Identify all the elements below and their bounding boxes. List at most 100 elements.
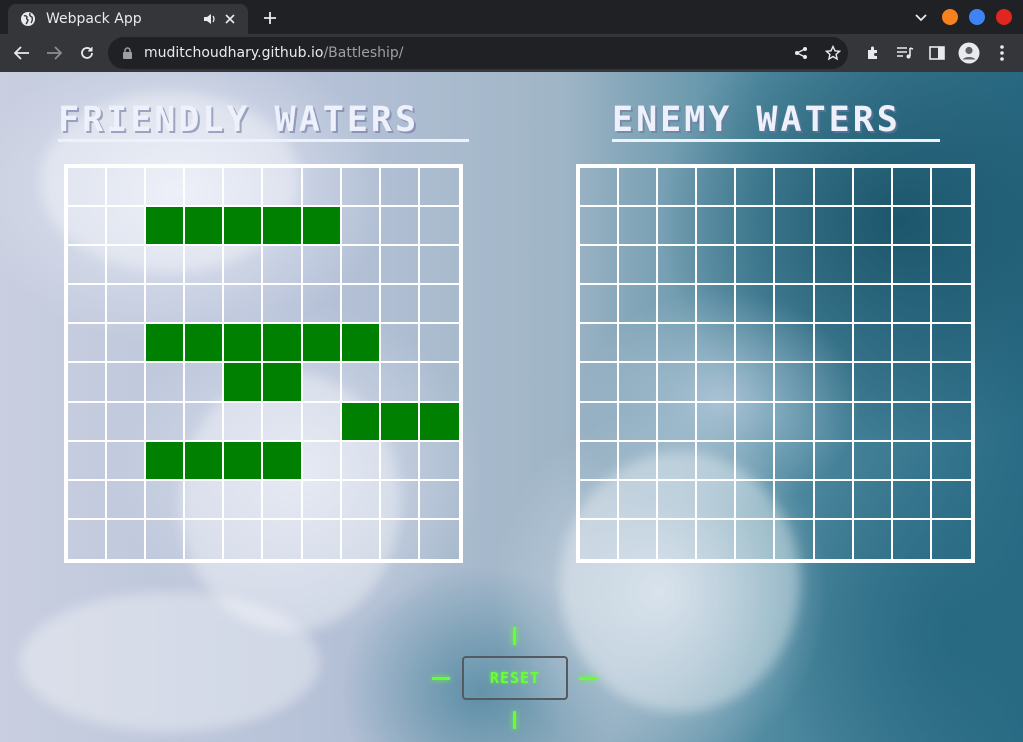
friendly-cell[interactable]	[68, 402, 108, 442]
enemy-cell[interactable]	[853, 285, 893, 325]
friendly-cell[interactable]	[342, 519, 381, 559]
enemy-cell[interactable]	[931, 168, 971, 208]
enemy-cell[interactable]	[892, 480, 932, 520]
profile-icon[interactable]	[958, 42, 980, 64]
enemy-cell[interactable]	[775, 168, 815, 208]
share-icon[interactable]	[792, 44, 810, 62]
speaker-icon[interactable]	[200, 9, 220, 29]
enemy-cell[interactable]	[814, 402, 854, 442]
friendly-cell[interactable]	[185, 480, 225, 520]
friendly-cell[interactable]	[419, 246, 459, 286]
friendly-ship-cell[interactable]	[146, 441, 186, 481]
friendly-ship-cell[interactable]	[341, 402, 381, 442]
maximize-button[interactable]	[969, 9, 985, 25]
enemy-cell[interactable]	[658, 207, 698, 247]
enemy-cell[interactable]	[853, 246, 893, 286]
enemy-cell[interactable]	[853, 441, 893, 481]
enemy-cell[interactable]	[892, 441, 932, 481]
friendly-ship-cell[interactable]	[263, 324, 303, 364]
enemy-cell[interactable]	[931, 324, 971, 364]
enemy-cell[interactable]	[892, 207, 932, 247]
friendly-cell[interactable]	[146, 168, 186, 208]
friendly-cell[interactable]	[341, 285, 381, 325]
menu-icon[interactable]	[991, 42, 1013, 64]
friendly-cell[interactable]	[185, 519, 225, 559]
friendly-ship-cell[interactable]	[224, 324, 264, 364]
enemy-cell[interactable]	[619, 324, 659, 364]
enemy-cell[interactable]	[580, 168, 620, 208]
friendly-cell[interactable]	[380, 441, 420, 481]
friendly-cell[interactable]	[380, 168, 420, 208]
enemy-cell[interactable]	[658, 480, 698, 520]
friendly-cell[interactable]	[107, 324, 147, 364]
friendly-cell[interactable]	[68, 441, 108, 481]
friendly-cell[interactable]	[420, 520, 459, 559]
enemy-cell[interactable]	[658, 363, 698, 403]
friendly-cell[interactable]	[68, 480, 108, 520]
enemy-cell[interactable]	[580, 285, 620, 325]
plus-icon[interactable]	[258, 6, 282, 30]
friendly-cell[interactable]	[341, 480, 381, 520]
friendly-cell[interactable]	[263, 402, 303, 442]
friendly-cell[interactable]	[419, 442, 459, 481]
back-arrow-icon[interactable]	[10, 41, 34, 65]
enemy-cell[interactable]	[853, 402, 893, 442]
friendly-cell[interactable]	[263, 519, 303, 559]
friendly-cell[interactable]	[302, 480, 342, 520]
reset-button[interactable]: RESET	[462, 656, 568, 700]
enemy-cell[interactable]	[736, 285, 776, 325]
enemy-cell[interactable]	[619, 207, 659, 247]
friendly-cell[interactable]	[302, 402, 342, 442]
enemy-cell[interactable]	[619, 519, 659, 559]
enemy-cell[interactable]	[775, 441, 815, 481]
enemy-cell[interactable]	[658, 285, 698, 325]
enemy-cell[interactable]	[854, 519, 893, 559]
enemy-cell[interactable]	[736, 519, 776, 559]
friendly-cell[interactable]	[68, 519, 108, 559]
friendly-cell[interactable]	[302, 363, 342, 403]
enemy-cell[interactable]	[658, 246, 698, 286]
enemy-cell[interactable]	[658, 324, 698, 364]
friendly-cell[interactable]	[224, 519, 264, 559]
enemy-cell[interactable]	[658, 402, 698, 442]
enemy-cell[interactable]	[892, 246, 932, 286]
friendly-cell[interactable]	[302, 168, 342, 208]
close-icon[interactable]	[220, 9, 240, 29]
enemy-cell[interactable]	[580, 207, 620, 247]
browser-tab[interactable]: Webpack App	[8, 4, 248, 34]
chevron-down-icon[interactable]	[909, 6, 933, 30]
enemy-cell[interactable]	[814, 324, 854, 364]
friendly-cell[interactable]	[302, 285, 342, 325]
enemy-cell[interactable]	[814, 363, 854, 403]
enemy-cell[interactable]	[931, 481, 971, 520]
friendly-ship-cell[interactable]	[263, 207, 303, 247]
friendly-cell[interactable]	[146, 363, 186, 403]
friendly-cell[interactable]	[107, 168, 147, 208]
friendly-cell[interactable]	[302, 246, 342, 286]
friendly-cell[interactable]	[341, 363, 381, 403]
friendly-cell[interactable]	[146, 285, 186, 325]
friendly-cell[interactable]	[68, 168, 108, 208]
friendly-ship-cell[interactable]	[302, 324, 342, 364]
enemy-cell[interactable]	[775, 519, 815, 559]
reload-icon[interactable]	[75, 41, 99, 65]
enemy-cell[interactable]	[892, 363, 932, 403]
friendly-cell[interactable]	[419, 324, 459, 364]
enemy-cell[interactable]	[853, 168, 893, 208]
friendly-cell[interactable]	[224, 402, 264, 442]
enemy-cell[interactable]	[697, 207, 737, 247]
enemy-cell[interactable]	[892, 324, 932, 364]
enemy-cell[interactable]	[931, 442, 971, 481]
enemy-cell[interactable]	[814, 441, 854, 481]
enemy-cell[interactable]	[697, 168, 737, 208]
friendly-cell[interactable]	[341, 168, 381, 208]
friendly-cell[interactable]	[107, 285, 147, 325]
friendly-cell[interactable]	[341, 207, 381, 247]
enemy-cell[interactable]	[580, 363, 620, 403]
enemy-cell[interactable]	[892, 402, 932, 442]
friendly-cell[interactable]	[341, 441, 381, 481]
enemy-cell[interactable]	[853, 363, 893, 403]
friendly-cell[interactable]	[341, 246, 381, 286]
friendly-cell[interactable]	[303, 519, 342, 559]
enemy-cell[interactable]	[580, 246, 620, 286]
